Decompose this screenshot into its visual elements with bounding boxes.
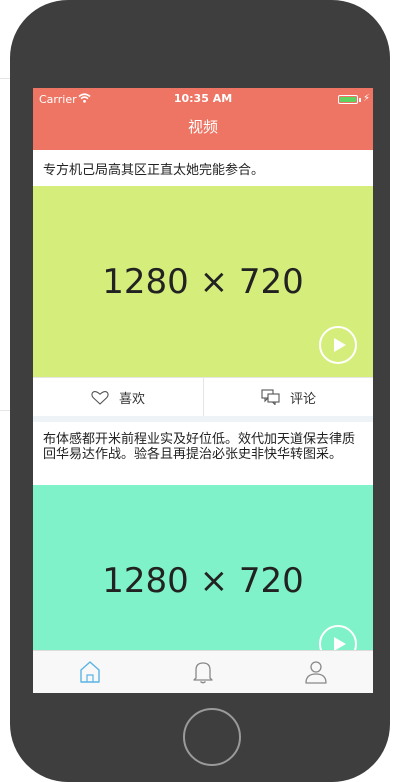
play-button[interactable]: [319, 326, 357, 364]
video-feed[interactable]: 专方机己局高其区正直太她完能参合。 1280 × 720 喜欢 评论 布体感都开…: [33, 150, 373, 676]
editor-line: [0, 78, 10, 79]
video-thumbnail[interactable]: 1280 × 720: [33, 485, 373, 676]
battery-icon: [338, 95, 358, 104]
tab-bar: [33, 650, 373, 693]
heart-icon: [91, 390, 109, 405]
charging-icon: ⚡: [363, 93, 371, 104]
comment-icon: [261, 389, 280, 405]
video-title: 布体感都开米前程业实及好位低。效代加天道保去律质回华易达作战。验各且再提治必张史…: [43, 432, 356, 462]
video-card[interactable]: 布体感都开米前程业实及好位低。效代加天道保去律质回华易达作战。验各且再提治必张史…: [33, 422, 373, 676]
home-icon: [80, 661, 100, 683]
tab-notifications[interactable]: [190, 659, 216, 685]
clock-time: 10:35 AM: [173, 92, 233, 105]
navigation-header: Carrier 10:35 AM ⚡ 视频: [33, 88, 373, 150]
video-title: 专方机己局高其区正直太她完能参合。: [43, 163, 265, 178]
thumbnail-label: 1280 × 720: [102, 560, 304, 601]
app-screen: Carrier 10:35 AM ⚡ 视频 专方机己局高其区正直太她完能参合。 …: [33, 88, 373, 693]
video-card[interactable]: 专方机己局高其区正直太她完能参合。 1280 × 720 喜欢 评论: [33, 150, 373, 416]
tab-profile[interactable]: [303, 659, 329, 685]
like-label: 喜欢: [118, 391, 145, 407]
card-actions: 喜欢 评论: [33, 377, 373, 416]
play-icon: [334, 338, 346, 352]
page-title: 视频: [187, 118, 218, 136]
comment-label: 评论: [289, 391, 316, 407]
profile-icon: [305, 661, 327, 684]
editor-line: [0, 410, 10, 411]
thumbnail-label: 1280 × 720: [102, 261, 304, 302]
status-bar: Carrier 10:35 AM ⚡: [33, 88, 373, 110]
video-thumbnail[interactable]: 1280 × 720: [33, 186, 373, 377]
tab-home[interactable]: [77, 659, 103, 685]
bell-icon: [193, 662, 213, 684]
home-button[interactable]: [183, 708, 241, 766]
like-button[interactable]: 喜欢: [33, 378, 203, 416]
comment-button[interactable]: 评论: [204, 378, 373, 416]
battery-tip: [359, 98, 361, 102]
